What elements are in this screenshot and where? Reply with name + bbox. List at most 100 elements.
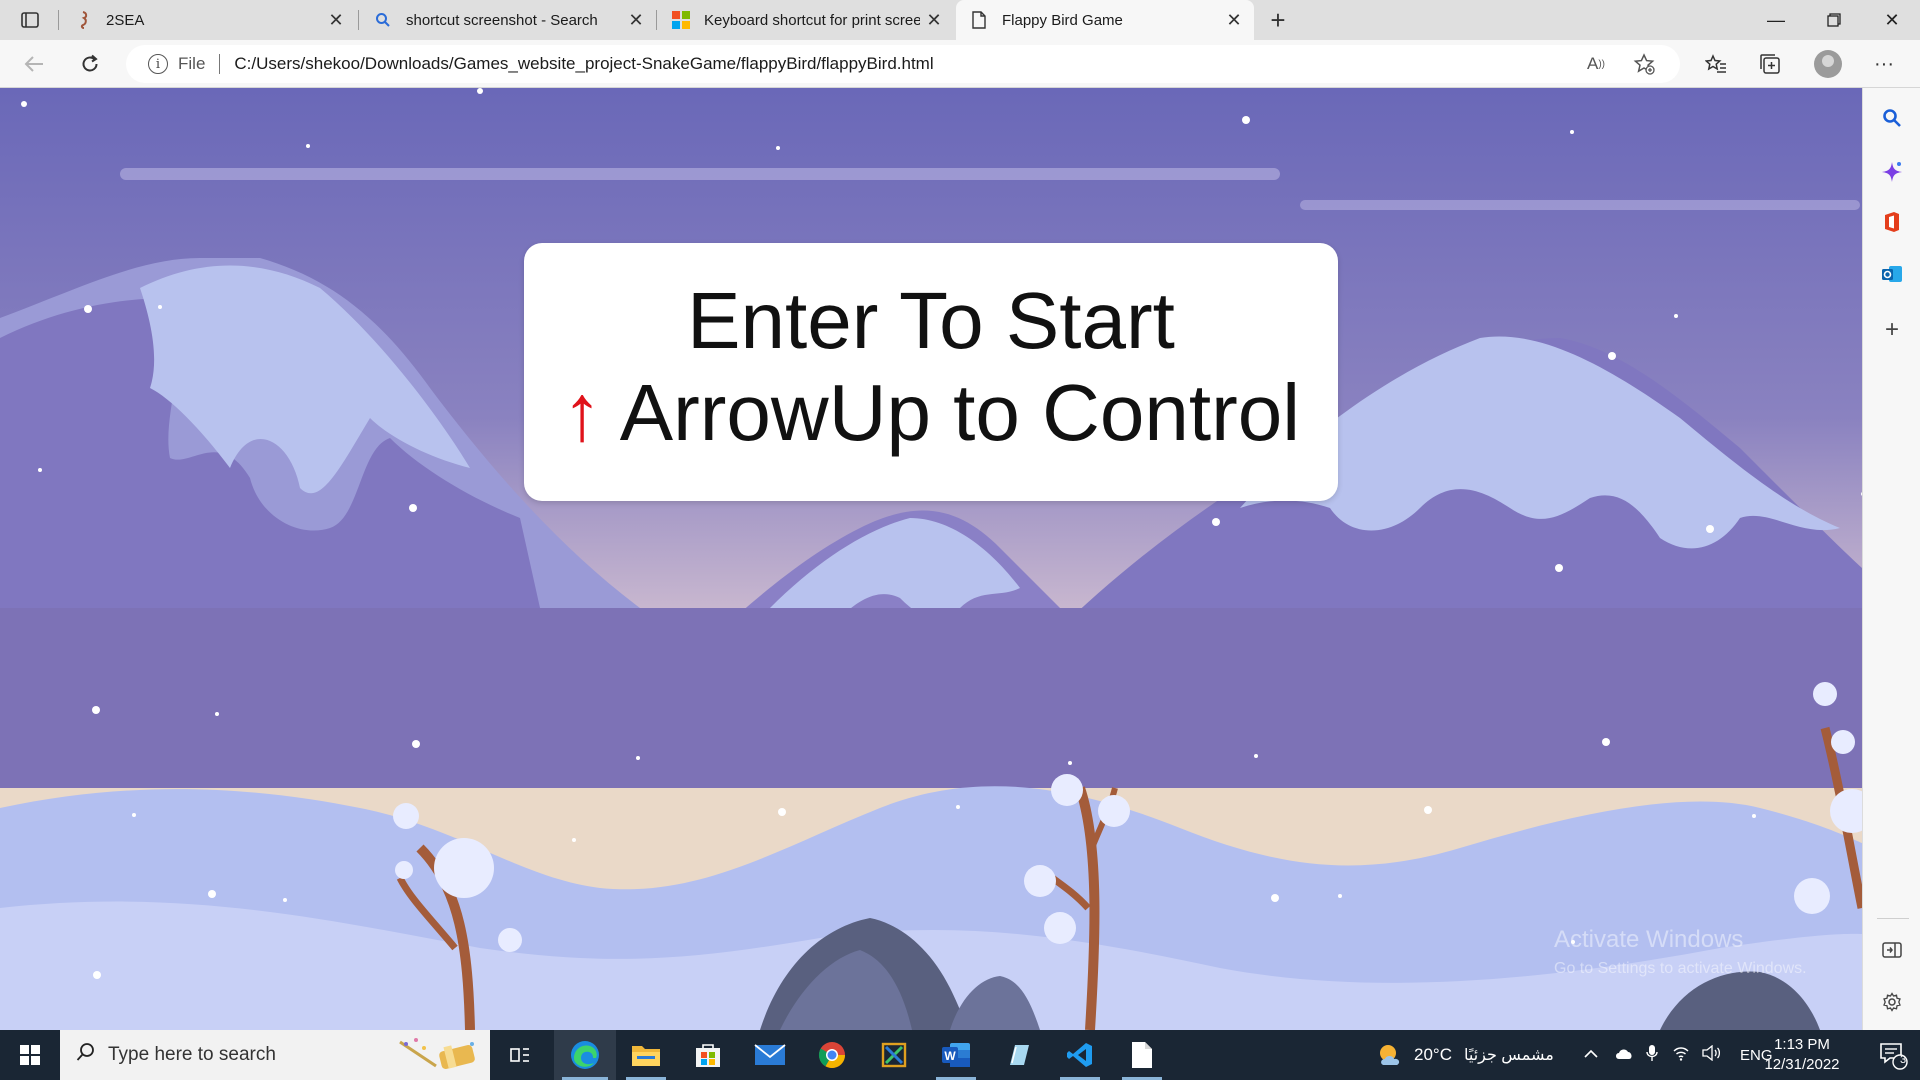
tab-keyboard-shortcut[interactable]: Keyboard shortcut for print scree ✕	[658, 0, 954, 40]
close-icon: ✕	[1884, 9, 1900, 30]
new-tab-button[interactable]: +	[1262, 4, 1294, 36]
address-bar[interactable]: i File C:/Users/shekoo/Downloads/Games_w…	[126, 45, 1680, 83]
folder-icon	[632, 1046, 660, 1066]
collections-button[interactable]	[1754, 48, 1786, 80]
onedrive-cloud-icon[interactable]	[1614, 1046, 1634, 1065]
favorites-button[interactable]	[1700, 48, 1732, 80]
read-aloud-icon[interactable]: A))	[1584, 52, 1608, 76]
tab-title: Keyboard shortcut for print scree	[704, 11, 920, 29]
settings-more-button[interactable]: ···	[1868, 48, 1900, 80]
store-icon	[696, 1044, 720, 1067]
seahorse-favicon-icon	[74, 11, 92, 29]
taskbar-chrome[interactable]	[804, 1030, 860, 1080]
taskbar-file[interactable]	[1114, 1030, 1170, 1080]
restore-button[interactable]	[1806, 0, 1862, 40]
taskbar-search-box[interactable]: Type here to search	[60, 1030, 490, 1080]
collections-icon	[1760, 54, 1780, 74]
system-tray: ENG	[1580, 1030, 1773, 1080]
favorites-icon	[1705, 54, 1726, 73]
microphone-icon[interactable]	[1646, 1044, 1658, 1067]
start-button[interactable]	[0, 1030, 60, 1080]
taskbar-clock[interactable]: 1:13 PM 12/31/2022	[1762, 1035, 1842, 1075]
taskbar-edge[interactable]	[554, 1030, 616, 1080]
hide-sidebar-icon	[1882, 942, 1902, 958]
taskbar-file-explorer[interactable]	[618, 1030, 674, 1080]
sidebar-search-button[interactable]	[1876, 102, 1908, 134]
windows-taskbar: Type here to search W 20°C مشمس جزئيًا E…	[0, 1030, 1920, 1080]
minimize-button[interactable]: —	[1748, 0, 1804, 40]
tab-separator	[58, 10, 59, 30]
sidebar-add-button[interactable]: +	[1876, 314, 1908, 346]
url-text[interactable]: C:/Users/shekoo/Downloads/Games_website_…	[234, 54, 933, 74]
tab-2sea[interactable]: 2SEA ✕	[60, 0, 356, 40]
search-placeholder: Type here to search	[108, 1044, 276, 1065]
avatar	[1814, 50, 1842, 78]
tab-separator	[358, 10, 359, 30]
close-tab-icon[interactable]: ✕	[920, 6, 948, 34]
partly-sunny-icon	[1380, 1045, 1400, 1065]
site-info-icon[interactable]: i	[148, 54, 168, 74]
tab-title: Flappy Bird Game	[1002, 11, 1123, 29]
browser-window: 2SEA ✕ shortcut screenshot - Search ✕ Ke…	[0, 0, 1920, 1080]
tab-title: 2SEA	[106, 11, 145, 29]
windows-logo-icon	[20, 1045, 40, 1065]
sidebar-hide-button[interactable]	[1876, 934, 1908, 966]
back-button[interactable]	[18, 48, 50, 80]
search-favicon-icon	[374, 11, 392, 29]
tab-title: shortcut screenshot - Search	[406, 11, 598, 29]
tab-flappy-bird[interactable]: Flappy Bird Game ✕	[956, 0, 1254, 40]
edge-icon	[571, 1041, 599, 1069]
sidebar-discover-button[interactable]	[1876, 156, 1908, 188]
tab-actions-button[interactable]	[12, 6, 48, 34]
chrome-icon	[818, 1042, 846, 1069]
taskbar-mail[interactable]	[742, 1030, 798, 1080]
microsoft-logo-icon	[672, 11, 690, 29]
notification-center-button[interactable]: 3	[1866, 1030, 1920, 1080]
close-window-button[interactable]: ✕	[1864, 0, 1920, 40]
sidebar-office-button[interactable]	[1876, 206, 1908, 238]
task-view-button[interactable]	[492, 1030, 548, 1080]
sparkle-icon	[1882, 162, 1902, 182]
clock-time: 1:13 PM	[1774, 1036, 1830, 1053]
refresh-button[interactable]	[74, 48, 106, 80]
sidebar-outlook-button[interactable]	[1876, 258, 1908, 290]
taskbar-word[interactable]: W	[928, 1030, 984, 1080]
outlook-icon	[1882, 266, 1902, 282]
taskbar-vscode[interactable]	[1052, 1030, 1108, 1080]
taskbar-store[interactable]	[680, 1030, 736, 1080]
close-tab-icon[interactable]: ✕	[322, 6, 350, 34]
close-tab-icon[interactable]: ✕	[1220, 6, 1248, 34]
svg-text:W: W	[944, 1049, 956, 1063]
snip-icon	[881, 1042, 907, 1068]
search-icon	[1883, 109, 1901, 127]
tab-actions-icon	[21, 12, 39, 28]
page-icon	[970, 11, 988, 29]
activate-windows-watermark: Activate Windows Go to Settings to activ…	[1554, 926, 1807, 978]
mail-icon	[754, 1044, 786, 1065]
back-arrow-icon	[24, 56, 43, 72]
tab-shortcut-search[interactable]: shortcut screenshot - Search ✕	[360, 0, 656, 40]
show-hidden-icons-chevron-icon[interactable]	[1580, 1046, 1602, 1064]
game-viewport[interactable]: Enter To Start ↑ ArrowUp to Control Acti…	[0, 88, 1862, 1030]
plus-icon: +	[1270, 4, 1286, 35]
notification-count-badge: 3	[1900, 1054, 1907, 1066]
watermark-title: Activate Windows	[1554, 926, 1744, 953]
address-divider	[219, 54, 221, 74]
office-icon	[1885, 212, 1899, 232]
taskbar-snipping-tool[interactable]	[866, 1030, 922, 1080]
close-tab-icon[interactable]: ✕	[622, 6, 650, 34]
volume-icon[interactable]	[1702, 1044, 1722, 1066]
search-icon	[76, 1042, 96, 1068]
profile-button[interactable]	[1812, 48, 1844, 80]
taskbar-notepad-app[interactable]	[990, 1030, 1046, 1080]
winter-mountain-background	[0, 88, 1862, 1030]
sidebar-settings-button[interactable]	[1876, 986, 1908, 1018]
clock-date: 12/31/2022	[1764, 1056, 1840, 1073]
watermark-subtitle: Go to Settings to activate Windows.	[1554, 960, 1807, 977]
wifi-icon[interactable]	[1672, 1045, 1690, 1066]
add-favorite-icon[interactable]	[1632, 52, 1656, 76]
control-instruction-text: ArrowUp to Control	[619, 368, 1301, 457]
arrow-up-icon: ↑	[561, 368, 602, 457]
weather-widget[interactable]: 20°C مشمس جزئيًا	[1376, 1030, 1554, 1080]
minimize-icon: —	[1767, 9, 1785, 30]
